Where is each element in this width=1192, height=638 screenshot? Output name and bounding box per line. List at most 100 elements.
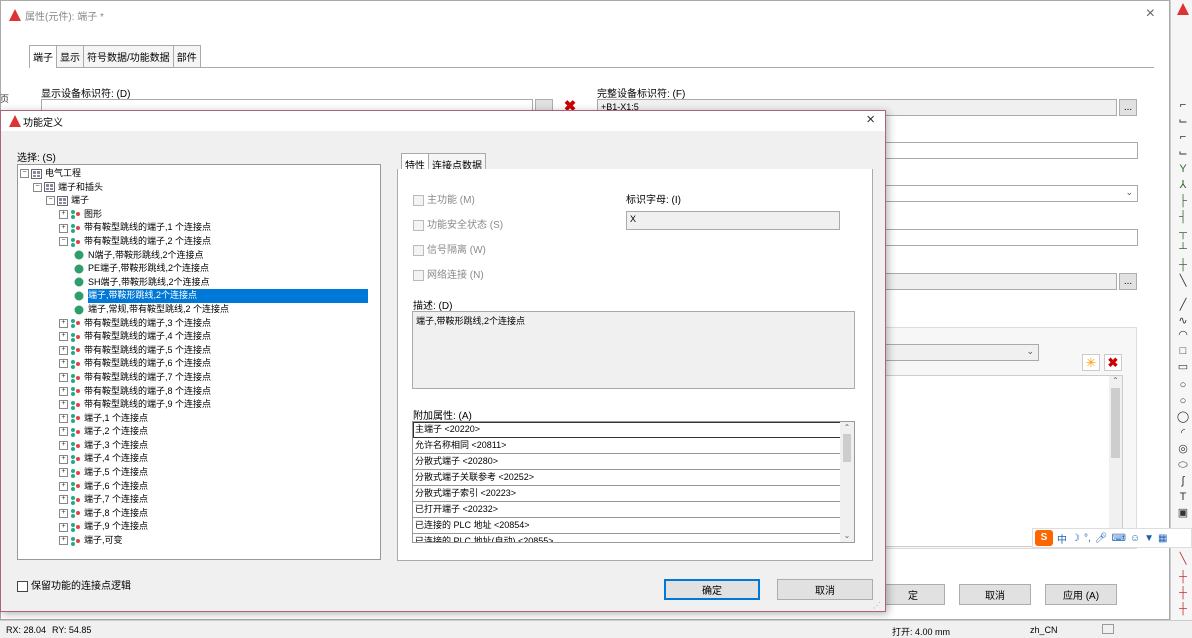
property-row[interactable]: 已打开端子 <20232>: [413, 502, 854, 518]
connector-icon[interactable]: ┼: [1176, 572, 1190, 583]
connector-icon[interactable]: ┼: [1176, 604, 1190, 615]
dropdown-row-3[interactable]: ⌄: [881, 185, 1138, 202]
expand-icon[interactable]: +: [59, 441, 68, 450]
collapse-icon[interactable]: −: [33, 182, 42, 192]
tee-icon[interactable]: ┴: [1176, 244, 1190, 255]
tree-item[interactable]: + 端子,1 个连接点: [18, 412, 380, 426]
keyboard-icon[interactable]: ⌨: [1111, 533, 1125, 544]
circle-icon[interactable]: ◎: [1176, 444, 1190, 455]
ime-mode[interactable]: 中: [1057, 531, 1067, 546]
expand-icon[interactable]: +: [59, 386, 68, 396]
tree-item-selected[interactable]: 端子,带鞍形跳线,2个连接点: [18, 289, 380, 303]
property-row[interactable]: 允许名称相同 <20811>: [413, 438, 854, 454]
tree-item[interactable]: N端子,带鞍形跳线,2个连接点: [18, 249, 380, 263]
corner-icon[interactable]: ⌐: [1176, 132, 1190, 143]
microphone-icon[interactable]: 🎤︎: [1095, 533, 1108, 544]
tree-item[interactable]: + 带有鞍型跳线的端子,1 个连接点: [18, 221, 380, 235]
property-row[interactable]: 已连接的 PLC 地址(自动) <20855>: [413, 534, 854, 542]
expand-icon[interactable]: +: [59, 522, 68, 532]
expand-icon[interactable]: +: [59, 427, 68, 437]
ok-button[interactable]: 定: [881, 584, 945, 605]
safety-state-option[interactable]: 功能安全状态 (S): [413, 216, 503, 231]
main-function-checkbox[interactable]: [413, 194, 424, 206]
expand-icon[interactable]: +: [59, 332, 68, 342]
tee-icon[interactable]: ┬: [1176, 228, 1190, 239]
expand-icon[interactable]: +: [59, 373, 68, 383]
circle-icon[interactable]: ○: [1176, 380, 1190, 391]
grid-icon[interactable]: ▦: [1158, 533, 1167, 544]
connector-icon[interactable]: ┼: [1176, 588, 1190, 599]
ok-button[interactable]: 确定: [664, 579, 760, 600]
network-connection-option[interactable]: 网络连接 (N): [413, 266, 484, 281]
tree-item[interactable]: − 电气工程: [18, 167, 380, 181]
props-scrollbar[interactable]: ⌃: [1109, 376, 1122, 546]
collapse-icon[interactable]: −: [59, 237, 68, 247]
collapse-icon[interactable]: −: [20, 169, 29, 179]
tree-item[interactable]: + 图形: [18, 208, 380, 222]
main-function-option[interactable]: 主功能 (M): [413, 191, 475, 206]
ellipse-icon[interactable]: ⬭: [1176, 460, 1190, 471]
props-scrollbar[interactable]: ⌃ ⌄: [840, 422, 854, 542]
tree-item[interactable]: − 带有鞍型跳线的端子,2 个连接点: [18, 235, 380, 249]
tree-item[interactable]: PE端子,带鞍形跳线,2个连接点: [18, 262, 380, 276]
tree-item[interactable]: + 带有鞍型跳线的端子,7 个连接点: [18, 371, 380, 385]
keep-logic-option[interactable]: 保留功能的连接点逻辑: [17, 577, 131, 592]
corner-icon[interactable]: ⌐: [1176, 100, 1190, 111]
expand-icon[interactable]: +: [59, 209, 68, 219]
punctuation-icon[interactable]: °,: [1084, 533, 1091, 544]
expand-icon[interactable]: +: [59, 495, 68, 505]
signal-isolation-option[interactable]: 信号隔离 (W): [413, 241, 486, 256]
expand-icon[interactable]: +: [59, 508, 68, 518]
safety-state-checkbox[interactable]: [413, 219, 424, 231]
expand-icon[interactable]: +: [59, 413, 68, 423]
tree-item[interactable]: + 带有鞍型跳线的端子,4 个连接点: [18, 330, 380, 344]
tree-item[interactable]: − 端子和插头: [18, 181, 380, 195]
tree-item[interactable]: + 端子,3 个连接点: [18, 439, 380, 453]
circle-icon[interactable]: ○: [1176, 396, 1190, 407]
skin-icon[interactable]: ▼: [1144, 533, 1154, 544]
text-icon[interactable]: T: [1176, 492, 1190, 503]
user-icon[interactable]: ☺: [1130, 533, 1140, 544]
tree-item[interactable]: + 端子,4 个连接点: [18, 452, 380, 466]
polyline-icon[interactable]: ∿: [1176, 316, 1190, 327]
property-row[interactable]: 分散式端子 <20280>: [413, 454, 854, 470]
full-id-more-button[interactable]: ...: [1119, 99, 1137, 116]
property-row[interactable]: 主端子 <20220>: [413, 422, 854, 438]
tree-item[interactable]: + 端子,7 个连接点: [18, 493, 380, 507]
expand-icon[interactable]: +: [59, 454, 68, 464]
moon-icon[interactable]: ☽: [1071, 533, 1080, 544]
tree-item[interactable]: + 带有鞍型跳线的端子,5 个连接点: [18, 344, 380, 358]
field-row-5[interactable]: [881, 273, 1117, 290]
arc-icon[interactable]: ◜: [1176, 428, 1190, 439]
props-dropdown[interactable]: ⌄: [881, 344, 1039, 361]
line-icon[interactable]: ╲: [1176, 276, 1190, 287]
tree-item[interactable]: + 带有鞍型跳线的端子,6 个连接点: [18, 357, 380, 371]
tree-item[interactable]: + 端子,9 个连接点: [18, 520, 380, 534]
field-row-2[interactable]: [881, 142, 1138, 159]
property-row[interactable]: 分散式端子索引 <20223>: [413, 486, 854, 502]
tree-item[interactable]: + 端子,5 个连接点: [18, 466, 380, 480]
tee-icon[interactable]: ┼: [1176, 260, 1190, 271]
row5-more-button[interactable]: ...: [1119, 273, 1137, 290]
image-icon[interactable]: ▣: [1176, 508, 1190, 519]
arc-icon[interactable]: ◠: [1176, 330, 1190, 341]
tree-item[interactable]: 端子,常规,带有鞍型跳线,2 个连接点: [18, 303, 380, 317]
expand-icon[interactable]: +: [59, 345, 68, 355]
signal-isolation-checkbox[interactable]: [413, 244, 424, 256]
scroll-thumb[interactable]: [843, 434, 851, 462]
tree-item[interactable]: + 端子,6 个连接点: [18, 480, 380, 494]
tab-symbol-data[interactable]: 符号数据/功能数据: [83, 45, 174, 67]
expand-icon[interactable]: +: [59, 223, 68, 233]
line-icon[interactable]: ╱: [1176, 300, 1190, 311]
close-icon[interactable]: ×: [866, 111, 875, 128]
tee-icon[interactable]: ⅄: [1176, 180, 1190, 191]
resize-grip-icon[interactable]: ⋰: [873, 601, 883, 611]
collapse-icon[interactable]: −: [46, 196, 55, 206]
tree-item[interactable]: + 带有鞍型跳线的端子,8 个连接点: [18, 385, 380, 399]
resize-grip-icon[interactable]: [1102, 624, 1114, 634]
connector-icon[interactable]: ╲: [1176, 554, 1190, 565]
rectangle-icon[interactable]: ▭: [1176, 362, 1190, 373]
corner-icon[interactable]: ⌙: [1176, 116, 1190, 127]
new-icon[interactable]: ✳: [1082, 354, 1100, 371]
scroll-down-icon[interactable]: ⌄: [840, 530, 854, 542]
